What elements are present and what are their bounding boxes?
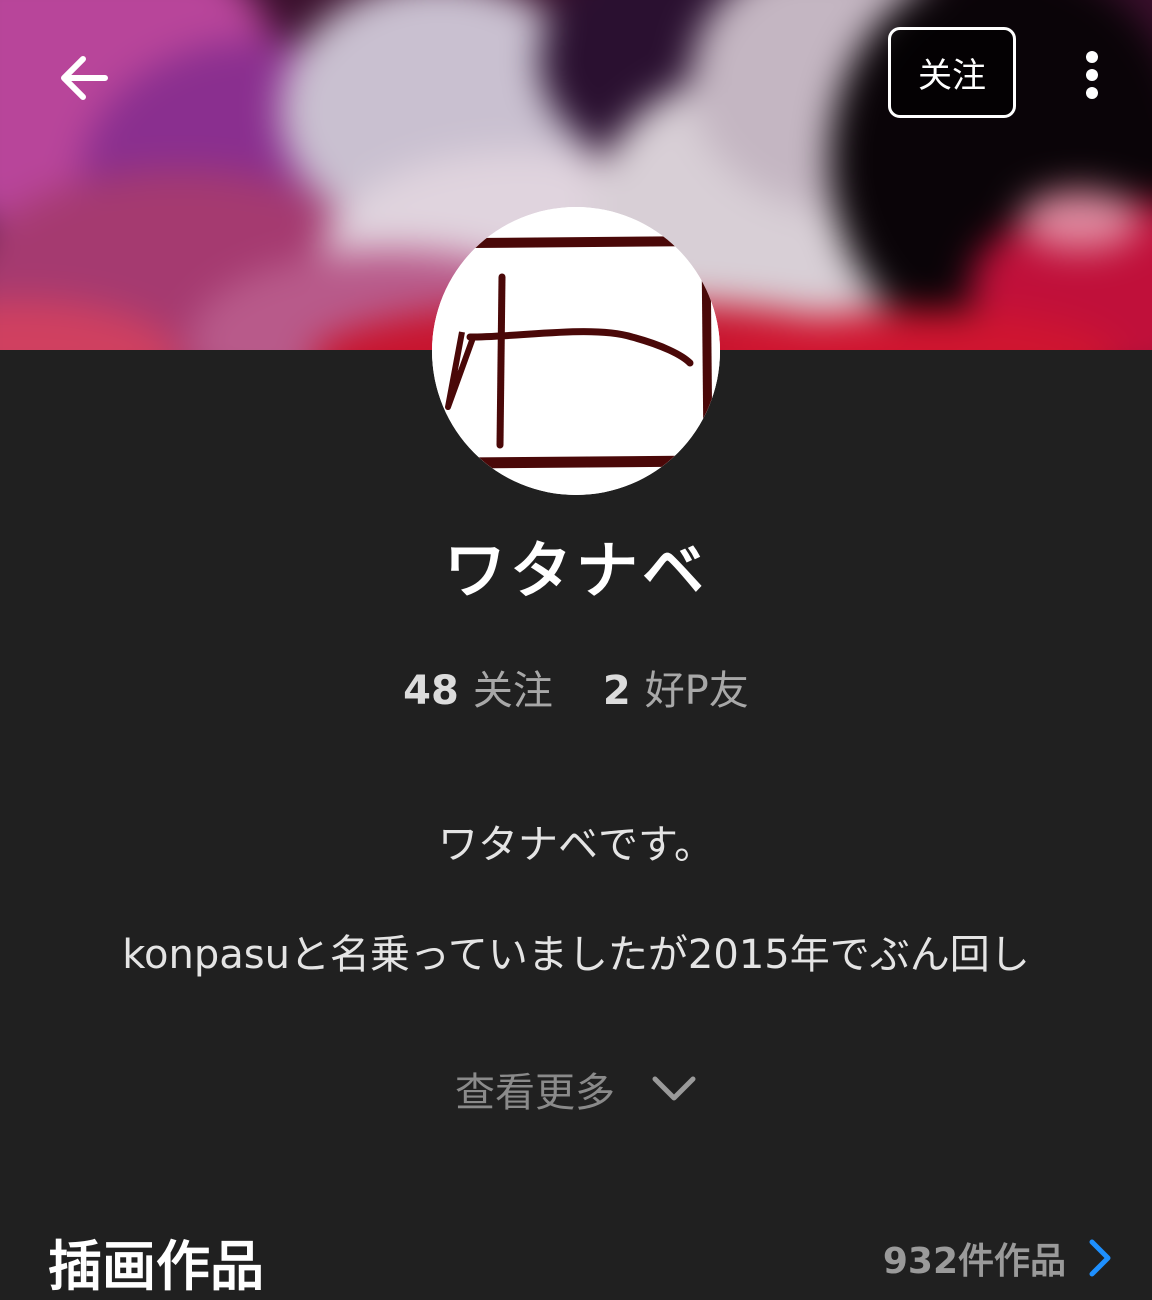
- friends-label: 好P友: [644, 668, 749, 714]
- bio-text-line-2: konpasuと名乗っていましたが2015年でぶん回し: [122, 932, 1030, 978]
- following-stat[interactable]: 48 关注: [403, 658, 553, 716]
- illustrations-count-label: 932件作品: [882, 1241, 1066, 1282]
- following-label: 关注: [472, 668, 553, 714]
- arrow-left-icon: [61, 56, 108, 100]
- back-button[interactable]: [44, 38, 124, 118]
- friends-stat[interactable]: 2 好P友: [603, 658, 749, 716]
- illustrations-section-title: 插画作品: [48, 1235, 264, 1298]
- profile-page: 关注 ワタナベ 48 关注 2 好P友 ワタナベです。 konpasuと名乗って…: [0, 0, 1152, 1300]
- illustrations-count-link[interactable]: 932件作品: [883, 1232, 1112, 1284]
- username: ワタナベ: [443, 534, 708, 607]
- profile-stats: 48 关注 2 好P友: [0, 658, 1152, 716]
- chevron-down-icon: [651, 1075, 697, 1103]
- friends-count: 2: [602, 668, 631, 714]
- more-options-button[interactable]: [1062, 40, 1122, 110]
- follow-button[interactable]: 关注: [888, 27, 1016, 118]
- avatar[interactable]: [432, 207, 720, 495]
- avatar-image: [432, 207, 720, 495]
- see-more-button[interactable]: 查看更多: [0, 1060, 1152, 1118]
- see-more-label: 查看更多: [455, 1070, 615, 1116]
- bio-text-line-1: ワタナベです。: [438, 822, 714, 868]
- following-count: 48: [403, 668, 459, 714]
- chevron-right-icon: [1088, 1238, 1112, 1278]
- more-vertical-icon: [1086, 51, 1098, 99]
